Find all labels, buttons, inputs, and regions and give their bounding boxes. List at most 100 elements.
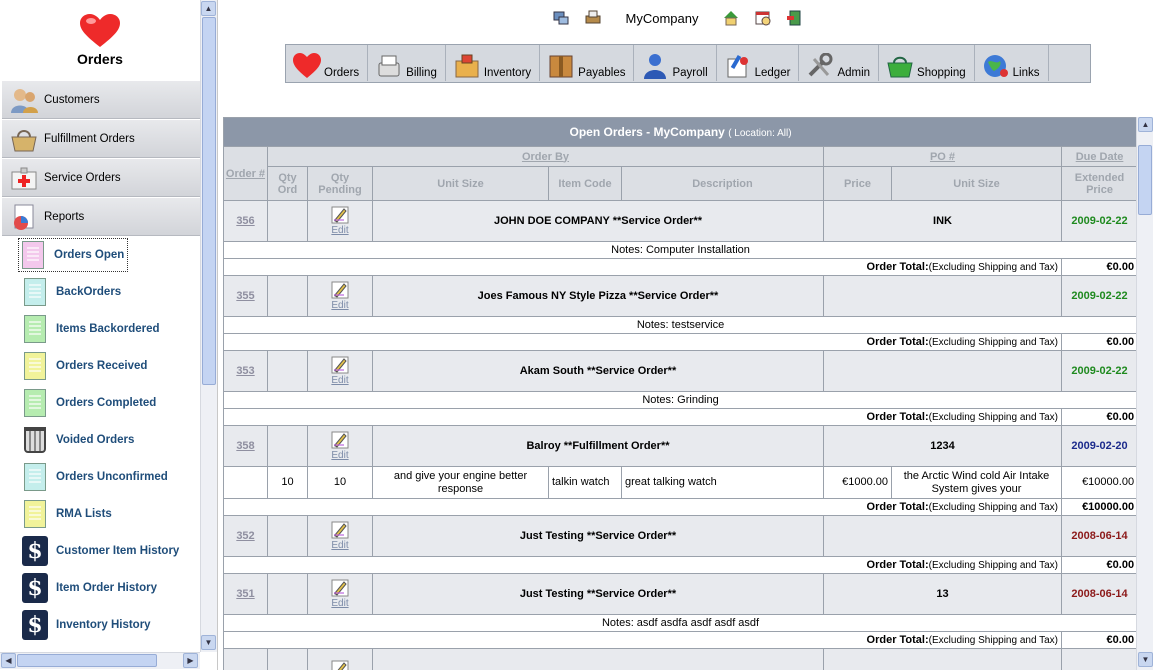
- module-list: Customers Fulfillment Orders Service Order…: [0, 80, 200, 236]
- report-orders-received[interactable]: Orders Received: [0, 347, 200, 384]
- col-due-date[interactable]: Due Date: [1060, 146, 1137, 167]
- report-customer-item-history[interactable]: $ Customer Item History: [0, 532, 200, 569]
- scroll-down-icon[interactable]: ▼: [1138, 652, 1153, 667]
- module-reports[interactable]: Reports: [2, 197, 200, 236]
- order-number-link[interactable]: 353: [236, 365, 254, 377]
- trash-icon: [22, 425, 48, 455]
- module-customers[interactable]: Customers: [2, 80, 200, 119]
- nav-links[interactable]: Links: [981, 45, 1049, 81]
- report-list: Orders Open BackOrders Items Backordered Or…: [0, 236, 200, 643]
- nav-billing[interactable]: Billing: [374, 45, 446, 81]
- edit-button[interactable]: Edit: [309, 281, 372, 311]
- col-order-by[interactable]: Order By: [267, 146, 824, 167]
- dollar-icon: $: [22, 609, 48, 640]
- order-total-label: Order Total:(Excluding Shipping and Tax): [223, 258, 1062, 276]
- sidebar-horizontal-scrollbar[interactable]: ◀ ▶: [0, 652, 200, 669]
- nav-label: Payroll: [672, 67, 708, 79]
- order-po: INK: [823, 200, 1062, 242]
- extended-price: €10000.00: [1060, 466, 1137, 499]
- nav-label: Inventory: [483, 67, 532, 79]
- edit-pencil-icon[interactable]: [309, 660, 372, 670]
- edit-button[interactable]: Edit: [309, 521, 372, 551]
- report-label: Item Order History: [56, 581, 157, 594]
- module-label: Service Orders: [44, 171, 121, 184]
- nav-payroll[interactable]: Payroll: [640, 45, 717, 81]
- report-items-backordered[interactable]: Items Backordered: [0, 310, 200, 347]
- order-number-link[interactable]: 351: [236, 588, 254, 600]
- col-po-num[interactable]: PO #: [823, 146, 1062, 167]
- order-number-link[interactable]: 352: [236, 530, 254, 542]
- network-icon[interactable]: [552, 9, 570, 27]
- scroll-up-icon[interactable]: ▲: [201, 1, 216, 16]
- inventory-box-icon: [452, 51, 482, 81]
- report-orders-open[interactable]: Orders Open: [0, 236, 200, 273]
- nav-shopping[interactable]: Shopping: [885, 45, 975, 81]
- edit-button[interactable]: Edit: [309, 579, 372, 609]
- scroll-up-icon[interactable]: ▲: [1138, 117, 1153, 132]
- report-label: BackOrders: [56, 285, 122, 298]
- billing-icon: [374, 51, 404, 81]
- notes-row: Notes: Grinding: [223, 391, 1137, 409]
- heart-icon: [292, 51, 322, 81]
- main-vertical-scrollbar[interactable]: ▲ ▼: [1136, 117, 1153, 670]
- edit-cell: Edit: [307, 275, 373, 317]
- teal-doc-icon: [22, 277, 48, 307]
- scroll-left-icon[interactable]: ◀: [1, 653, 16, 668]
- open-orders-table: Open Orders - MyCompany ( Location: All)…: [223, 117, 1137, 670]
- ledger-icon: [723, 51, 753, 81]
- order-number-link[interactable]: 356: [236, 215, 254, 227]
- table-row: 358 Edit Balroy **Fulfillment Order** 1234 2…: [223, 425, 1137, 467]
- sidebar-vertical-scrollbar[interactable]: ▲ ▼: [200, 0, 217, 652]
- item-description: great talking watch: [621, 466, 824, 499]
- printer-icon[interactable]: [584, 9, 602, 27]
- table-row: 356 Edit JOHN DOE COMPANY **Service Order*…: [223, 200, 1137, 242]
- module-label: Customers: [44, 93, 100, 106]
- edit-button[interactable]: Edit: [309, 356, 372, 386]
- col-extended-price: Extended Price: [1060, 166, 1137, 201]
- edit-cell: Edit: [307, 350, 373, 392]
- scroll-down-icon[interactable]: ▼: [201, 635, 216, 650]
- col-description: Description: [621, 166, 824, 201]
- scroll-right-icon[interactable]: ▶: [183, 653, 198, 668]
- item-code: talkin watch: [548, 466, 622, 499]
- nav-label: Payables: [578, 67, 626, 79]
- item-row: 10 10 and give your engine better response…: [223, 466, 1137, 499]
- order-due-date: 2008-06-14: [1060, 515, 1137, 557]
- order-number-cell: 358: [223, 425, 268, 467]
- report-backorders[interactable]: BackOrders: [0, 273, 200, 310]
- order-number-link[interactable]: 355: [236, 290, 254, 302]
- order-number-link[interactable]: 358: [236, 440, 254, 452]
- report-voided-orders[interactable]: Voided Orders: [0, 421, 200, 458]
- dollar-icon: $: [22, 572, 48, 603]
- report-item-order-history[interactable]: $ Item Order History: [0, 569, 200, 606]
- report-rma-lists[interactable]: RMA Lists: [0, 495, 200, 532]
- report-inventory-history[interactable]: $ Inventory History: [0, 606, 200, 643]
- module-service-orders[interactable]: Service Orders: [2, 158, 200, 197]
- home-icon[interactable]: [722, 9, 740, 27]
- edit-button[interactable]: Edit: [309, 431, 372, 461]
- report-orders-unconfirmed[interactable]: Orders Unconfirmed: [0, 458, 200, 495]
- col-order-num[interactable]: Order #: [223, 146, 268, 201]
- scroll-thumb[interactable]: [1138, 145, 1152, 215]
- edit-pencil-icon: [309, 431, 372, 449]
- calendar-clock-icon[interactable]: [754, 9, 772, 27]
- scroll-thumb[interactable]: [17, 654, 157, 667]
- teal-doc-icon: [22, 462, 48, 492]
- edit-button[interactable]: Edit: [309, 206, 372, 236]
- edit-cell: Edit: [307, 425, 373, 467]
- order-customer: Akam South **Service Order**: [372, 350, 824, 392]
- module-label: Fulfillment Orders: [44, 132, 135, 145]
- nav-orders[interactable]: Orders: [292, 45, 369, 81]
- notes-row: Notes: testservice: [223, 316, 1137, 334]
- logout-door-icon[interactable]: [786, 9, 804, 27]
- orders-table-body: 356 Edit JOHN DOE COMPANY **Service Order*…: [223, 200, 1137, 670]
- col-qty-ord: Qty Ord: [267, 166, 308, 201]
- nav-admin[interactable]: Admin: [805, 45, 880, 81]
- nav-ledger[interactable]: Ledger: [723, 45, 800, 81]
- report-orders-completed[interactable]: Orders Completed: [0, 384, 200, 421]
- module-fulfillment-orders[interactable]: Fulfillment Orders: [2, 119, 200, 158]
- scroll-thumb[interactable]: [202, 17, 216, 385]
- nav-inventory[interactable]: Inventory: [452, 45, 541, 81]
- nav-payables[interactable]: Payables: [546, 45, 635, 81]
- nav-label: Shopping: [917, 67, 966, 79]
